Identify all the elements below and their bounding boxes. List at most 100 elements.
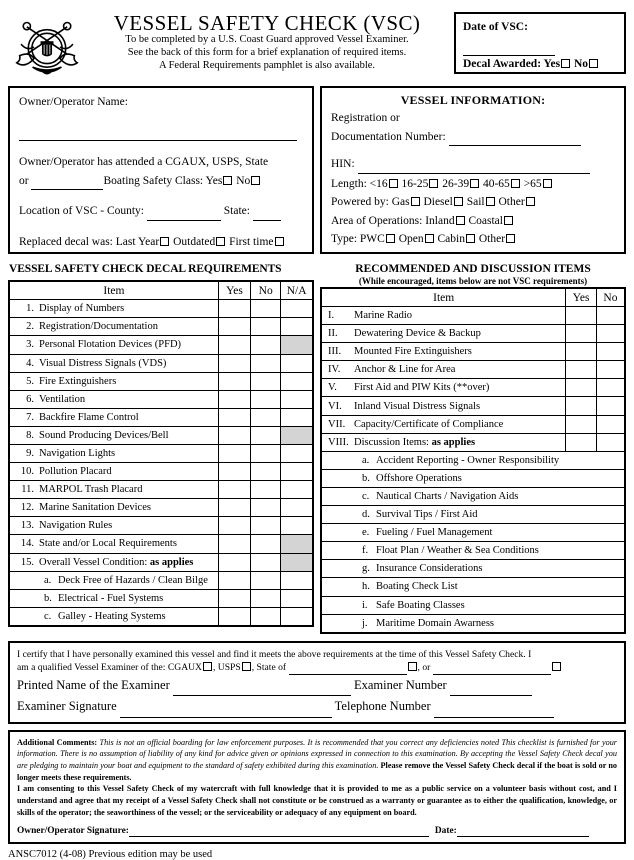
owner-date-input[interactable] [456, 826, 589, 838]
decal-no-cell[interactable] [250, 606, 282, 627]
decal-no-cell[interactable] [250, 389, 282, 409]
type-checkbox-other[interactable] [506, 234, 516, 244]
length-checkbox-40-65[interactable] [510, 178, 520, 188]
decal-yes-cell[interactable] [217, 299, 252, 319]
decal-na-cell[interactable] [280, 317, 314, 337]
examiner-signature-input[interactable] [119, 696, 332, 718]
cert-other-input[interactable] [432, 661, 551, 676]
decal-na-cell[interactable] [280, 516, 314, 536]
decal-yes-cell[interactable] [217, 516, 252, 536]
decal-yes-cell[interactable] [217, 462, 252, 482]
rec-no-cell[interactable] [595, 396, 626, 416]
decal-no-cell[interactable] [250, 570, 282, 590]
date-of-vsc-input[interactable] [463, 37, 555, 56]
rec-no-cell[interactable] [595, 306, 626, 326]
decal-no-cell[interactable] [250, 480, 282, 500]
decal-no-cell[interactable] [250, 443, 282, 464]
decal-yes-cell[interactable] [217, 480, 252, 500]
safety-class-no-checkbox[interactable] [251, 175, 261, 185]
decal-na-cell[interactable] [280, 462, 314, 482]
decal-na-cell[interactable] [280, 606, 314, 627]
rec-yes-cell[interactable] [565, 306, 597, 326]
rec-yes-cell[interactable] [565, 414, 597, 434]
decal-no-cell[interactable] [250, 462, 282, 482]
printed-name-input[interactable] [172, 675, 351, 697]
safety-class-yes-checkbox[interactable] [223, 175, 233, 185]
replaced-firsttime-checkbox[interactable] [274, 236, 284, 246]
decal-yes-cell[interactable] [217, 552, 252, 572]
rec-yes-cell[interactable] [565, 324, 597, 344]
decal-yes-cell[interactable] [217, 317, 252, 337]
decal-yes-cell[interactable] [217, 588, 252, 608]
examiner-number-input[interactable] [449, 675, 532, 697]
powered-checkbox-diesel[interactable] [453, 197, 463, 207]
location-county-input[interactable] [146, 204, 221, 221]
length-checkbox-gt65[interactable] [542, 178, 552, 188]
owner-name-input[interactable] [19, 125, 303, 142]
cert-usps-checkbox[interactable] [241, 661, 251, 671]
decal-yes-cell[interactable] [217, 407, 252, 427]
cert-cgaux-checkbox[interactable] [203, 661, 212, 671]
cert-state-input[interactable] [288, 661, 407, 676]
decal-yes-cell[interactable] [217, 353, 252, 373]
length-checkbox-lt16[interactable] [388, 178, 398, 188]
rec-no-cell[interactable] [595, 432, 626, 452]
decal-na-cell[interactable] [280, 588, 314, 608]
safety-class-other-input[interactable] [31, 174, 104, 191]
decal-no-cell[interactable] [250, 498, 282, 518]
rec-no-cell[interactable] [595, 378, 626, 398]
hin-input[interactable] [357, 157, 590, 174]
decal-yes-cell[interactable] [217, 570, 252, 590]
rec-no-cell[interactable] [595, 324, 626, 344]
powered-checkbox-gas[interactable] [410, 197, 420, 207]
type-checkbox-open[interactable] [424, 234, 434, 244]
decal-no-checkbox[interactable] [589, 58, 599, 68]
cert-state-checkbox[interactable] [407, 661, 417, 671]
decal-yes-checkbox[interactable] [561, 58, 571, 68]
decal-na-cell[interactable] [280, 299, 314, 319]
registration-number-input[interactable] [448, 130, 581, 147]
decal-no-cell[interactable] [250, 516, 282, 536]
decal-na-cell[interactable] [280, 570, 314, 590]
decal-na-cell[interactable] [280, 498, 314, 518]
rec-yes-cell[interactable] [565, 360, 597, 380]
area-checkbox-inland[interactable] [455, 215, 465, 225]
rec-no-cell[interactable] [595, 414, 626, 434]
decal-yes-cell[interactable] [217, 425, 252, 445]
telephone-input[interactable] [433, 696, 554, 718]
decal-yes-cell[interactable] [217, 371, 252, 391]
owner-signature-input[interactable] [128, 826, 429, 838]
decal-na-cell[interactable] [280, 407, 314, 427]
decal-no-cell[interactable] [250, 552, 282, 572]
decal-no-cell[interactable] [250, 335, 282, 355]
length-checkbox-26-39[interactable] [470, 178, 480, 188]
replaced-last-year-checkbox[interactable] [160, 236, 170, 246]
rec-yes-cell[interactable] [565, 342, 597, 362]
decal-no-cell[interactable] [250, 407, 282, 427]
decal-no-cell[interactable] [250, 353, 282, 373]
type-checkbox-cabin[interactable] [465, 234, 475, 244]
decal-na-cell[interactable] [280, 371, 314, 391]
decal-yes-cell[interactable] [217, 498, 252, 518]
decal-no-cell[interactable] [250, 317, 282, 337]
decal-yes-cell[interactable] [217, 443, 252, 464]
decal-no-cell[interactable] [250, 425, 282, 445]
rec-yes-cell[interactable] [565, 396, 597, 416]
decal-no-cell[interactable] [250, 371, 282, 391]
decal-yes-cell[interactable] [217, 389, 252, 409]
rec-yes-cell[interactable] [565, 378, 597, 398]
decal-yes-cell[interactable] [217, 534, 252, 554]
rec-yes-cell[interactable] [565, 432, 597, 452]
length-checkbox-16-25[interactable] [429, 178, 439, 188]
decal-yes-cell[interactable] [217, 606, 252, 627]
area-checkbox-coastal[interactable] [503, 215, 513, 225]
decal-no-cell[interactable] [250, 588, 282, 608]
decal-no-cell[interactable] [250, 299, 282, 319]
powered-checkbox-other[interactable] [525, 197, 535, 207]
decal-na-cell[interactable] [280, 443, 314, 464]
location-state-input[interactable] [252, 204, 281, 221]
decal-yes-cell[interactable] [217, 335, 252, 355]
decal-na-cell[interactable] [280, 353, 314, 373]
decal-na-cell[interactable] [280, 480, 314, 500]
powered-checkbox-sail[interactable] [485, 197, 495, 207]
